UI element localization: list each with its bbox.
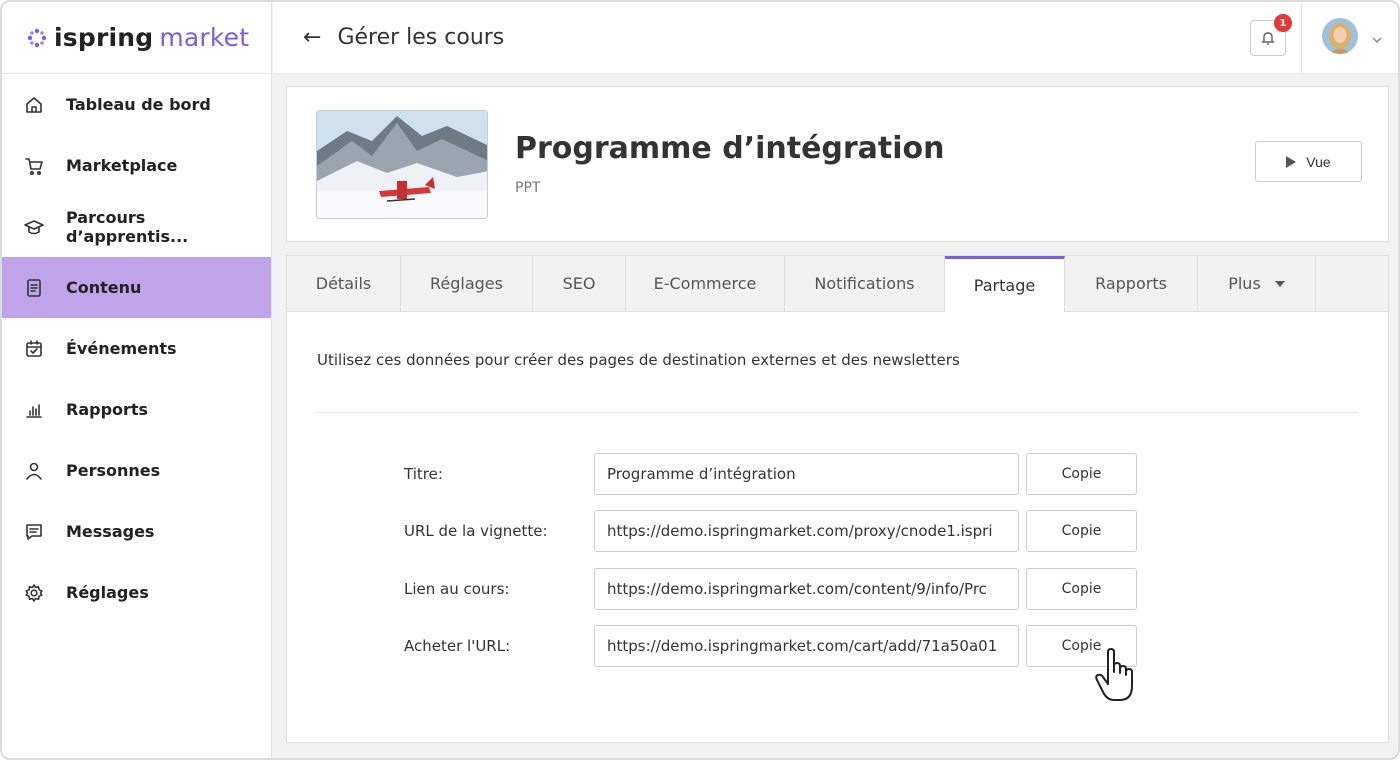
- notifications-button[interactable]: 1: [1250, 14, 1292, 56]
- arrow-left-icon[interactable]: ←: [303, 25, 321, 50]
- tab-notifications[interactable]: Notifications: [785, 256, 945, 312]
- logo-text: ispring market: [54, 23, 249, 52]
- title-field[interactable]: [594, 453, 1019, 495]
- sidebar-item-label: Contenu: [66, 278, 142, 297]
- message-icon: [24, 522, 44, 542]
- top-header: ← Gérer les cours 1: [273, 2, 1398, 74]
- course-thumbnail: [316, 110, 488, 219]
- tab-bar: Détails Réglages SEO E-Commerce Notifica…: [287, 256, 1388, 312]
- share-row-buy-url: Acheter l'URL: Copie: [287, 625, 1388, 667]
- person-icon: [24, 461, 44, 481]
- share-description: Utilisez ces données pour créer des page…: [317, 351, 960, 369]
- sidebar-item-reports[interactable]: Rapports: [2, 379, 271, 440]
- tab-reports[interactable]: Rapports: [1065, 256, 1198, 312]
- share-row-label: URL de la vignette:: [404, 522, 548, 540]
- sidebar-item-label: Parcours d’apprentis...: [66, 207, 189, 246]
- home-icon: [24, 95, 44, 115]
- logo-text-part1: ispring: [54, 23, 154, 52]
- tab-share[interactable]: Partage: [945, 256, 1065, 312]
- sidebar-item-people[interactable]: Personnes: [2, 440, 271, 501]
- tab-seo[interactable]: SEO: [533, 256, 626, 312]
- caret-down-icon: [1274, 280, 1285, 287]
- share-panel: Détails Réglages SEO E-Commerce Notifica…: [286, 255, 1389, 743]
- share-row-label: Titre:: [404, 465, 443, 483]
- course-link-field[interactable]: [594, 568, 1019, 610]
- share-row-label: Lien au cours:: [404, 580, 510, 598]
- page-title: Gérer les cours: [337, 25, 505, 50]
- sidebar-item-dashboard[interactable]: Tableau de bord: [2, 74, 271, 135]
- graduation-cap-icon: [24, 217, 44, 237]
- tab-details[interactable]: Détails: [287, 256, 401, 312]
- sidebar-item-label: Événements: [66, 339, 177, 358]
- sidebar-item-learning-paths[interactable]: Parcours d’apprentis...: [2, 196, 271, 257]
- chevron-down-icon[interactable]: [1372, 30, 1382, 44]
- share-row-thumbnail-url: URL de la vignette: Copie: [287, 510, 1388, 552]
- share-row-label: Acheter l'URL:: [404, 637, 511, 655]
- tab-ecommerce[interactable]: E-Commerce: [626, 256, 785, 312]
- thumbnail-url-field[interactable]: [594, 510, 1019, 552]
- logo-mark-icon: [27, 28, 47, 47]
- sidebar-item-settings[interactable]: Réglages: [2, 562, 271, 623]
- copy-title-button[interactable]: Copie: [1026, 453, 1137, 495]
- avatar-image: [1322, 18, 1358, 54]
- header-divider: [1301, 2, 1302, 74]
- cart-icon: [24, 156, 44, 176]
- course-card: Programme d’intégration PPT Vue: [286, 86, 1389, 242]
- view-button[interactable]: Vue: [1255, 141, 1362, 182]
- buy-url-field[interactable]: [594, 625, 1019, 667]
- sidebar-item-label: Marketplace: [66, 156, 178, 175]
- share-row-title: Titre: Copie: [287, 453, 1388, 495]
- sidebar-item-marketplace[interactable]: Marketplace: [2, 135, 271, 196]
- bell-icon: [1261, 32, 1275, 45]
- course-type: PPT: [515, 180, 541, 196]
- sidebar-item-label: Tableau de bord: [66, 95, 211, 114]
- copy-course-link-button[interactable]: Copie: [1026, 568, 1137, 610]
- gear-icon: [24, 583, 44, 603]
- calendar-check-icon: [24, 339, 44, 359]
- copy-thumbnail-url-button[interactable]: Copie: [1026, 510, 1137, 552]
- sidebar-item-label: Personnes: [66, 461, 161, 480]
- sidebar-item-messages[interactable]: Messages: [2, 501, 271, 562]
- course-title: Programme d’intégration: [515, 131, 945, 166]
- sidebar-item-events[interactable]: Événements: [2, 318, 271, 379]
- sidebar-item-label: Rapports: [66, 400, 149, 419]
- logo[interactable]: ispring market: [2, 2, 271, 74]
- sidebar: ispring market Tableau de bord Marketplac…: [2, 2, 272, 758]
- view-button-label: Vue: [1306, 153, 1331, 170]
- share-row-course-link: Lien au cours: Copie: [287, 568, 1388, 610]
- tab-more-label: Plus: [1228, 274, 1261, 293]
- avatar[interactable]: [1322, 18, 1358, 54]
- notification-badge: 1: [1274, 14, 1292, 32]
- tab-settings[interactable]: Réglages: [401, 256, 533, 312]
- copy-buy-url-button[interactable]: Copie: [1026, 625, 1137, 667]
- sidebar-item-label: Réglages: [66, 583, 149, 602]
- sidebar-item-content[interactable]: Contenu: [2, 257, 271, 318]
- sidebar-item-label: Messages: [66, 522, 155, 541]
- bar-chart-icon: [24, 400, 44, 420]
- tab-bar-filler: [1316, 256, 1388, 312]
- section-divider: [317, 412, 1358, 413]
- logo-text-part2: market: [159, 23, 250, 52]
- document-icon: [24, 278, 44, 298]
- app-frame: ispring market Tableau de bord Marketplac…: [0, 0, 1400, 760]
- play-icon: [1286, 155, 1297, 168]
- tab-more[interactable]: Plus: [1198, 256, 1316, 312]
